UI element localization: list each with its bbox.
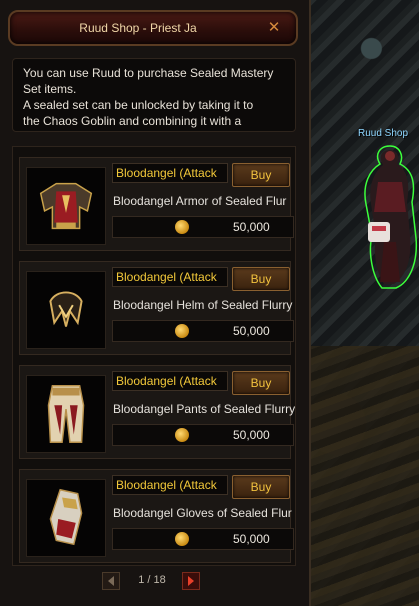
window-title-bar: Ruud Shop - Priest Ja ✕ bbox=[8, 10, 298, 46]
npc-character[interactable] bbox=[360, 142, 418, 290]
set-name-label: Bloodangel (Attack bbox=[112, 475, 228, 495]
item-name: Bloodangel Pants of Sealed Flurry bbox=[113, 402, 295, 416]
shop-item: Bloodangel (Attack Buy Bloodangel Gloves… bbox=[19, 469, 294, 563]
previous-page-button[interactable] bbox=[102, 572, 120, 590]
item-name: Bloodangel Gloves of Sealed Flur bbox=[113, 506, 292, 520]
set-name-label: Bloodangel (Attack bbox=[112, 163, 228, 183]
ruud-coin-icon bbox=[175, 428, 189, 442]
shop-item: Bloodangel (Attack Buy Bloodangel Pants … bbox=[19, 365, 295, 459]
buy-button[interactable]: Buy bbox=[232, 371, 290, 395]
window-title: Ruud Shop - Priest Ja bbox=[79, 21, 197, 35]
ground-texture bbox=[300, 346, 419, 606]
armor-icon[interactable] bbox=[26, 167, 106, 245]
price-value: 50,000 bbox=[233, 532, 270, 546]
description-line: A sealed set can be unlocked by taking i… bbox=[23, 98, 254, 112]
helm-icon[interactable] bbox=[26, 271, 106, 349]
price-value: 50,000 bbox=[233, 428, 270, 442]
price-value: 50,000 bbox=[233, 324, 270, 338]
ruud-coin-icon bbox=[175, 532, 189, 546]
ruud-shop-window: Ruud Shop - Priest Ja ✕ You can use Ruud… bbox=[0, 0, 311, 606]
pants-icon[interactable] bbox=[26, 375, 106, 453]
description-line: You can use Ruud to purchase Sealed Mast… bbox=[23, 66, 274, 80]
item-name: Bloodangel Helm of Sealed Flurry bbox=[113, 298, 293, 312]
price-field: 50,000 bbox=[112, 216, 294, 238]
ruud-coin-icon bbox=[175, 220, 189, 234]
shop-item: Bloodangel (Attack Buy Bloodangel Helm o… bbox=[19, 261, 294, 355]
arrow-left-icon bbox=[108, 576, 114, 586]
shop-item: Bloodangel (Attack Buy Bloodangel Armor … bbox=[19, 157, 294, 251]
npc-name-label: Ruud Shop bbox=[358, 128, 409, 139]
item-name: Bloodangel Armor of Sealed Flur bbox=[113, 194, 287, 208]
buy-button[interactable]: Buy bbox=[232, 475, 290, 499]
set-name-label: Bloodangel (Attack bbox=[112, 267, 228, 287]
shop-description: You can use Ruud to purchase Sealed Mast… bbox=[12, 58, 296, 132]
buy-button[interactable]: Buy bbox=[232, 267, 290, 291]
price-field: 50,000 bbox=[112, 424, 294, 446]
shop-item-list: Bloodangel (Attack Buy Bloodangel Armor … bbox=[12, 146, 296, 566]
gloves-icon[interactable] bbox=[26, 479, 106, 557]
game-world-background bbox=[300, 0, 419, 606]
set-name-label: Bloodangel (Attack bbox=[112, 371, 228, 391]
next-page-button[interactable] bbox=[182, 572, 200, 590]
price-value: 50,000 bbox=[233, 220, 270, 234]
page-indicator: 1 / 18 bbox=[138, 574, 166, 586]
arrow-right-icon bbox=[188, 576, 194, 586]
close-icon[interactable]: ✕ bbox=[266, 20, 282, 36]
ruud-coin-icon bbox=[175, 324, 189, 338]
description-line: the Chaos Goblin and combining it with a bbox=[23, 114, 242, 128]
price-field: 50,000 bbox=[112, 320, 294, 342]
description-line: Set items. bbox=[23, 82, 77, 96]
price-field: 50,000 bbox=[112, 528, 294, 550]
pagination: 1 / 18 bbox=[102, 572, 202, 592]
buy-button[interactable]: Buy bbox=[232, 163, 290, 187]
